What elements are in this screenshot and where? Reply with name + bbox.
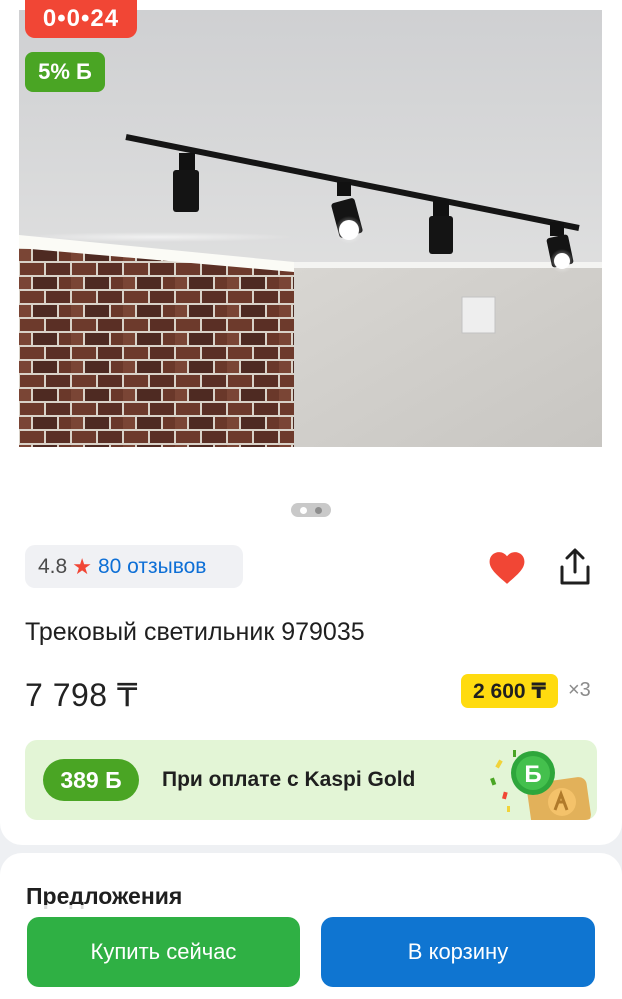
star-icon: ★ [72, 553, 92, 579]
pager-dot-active[interactable] [300, 506, 307, 514]
installment-multiplier: ×3 [568, 679, 591, 701]
gallery-pager[interactable] [291, 503, 331, 517]
timer-badge: 0•0•24 [25, 0, 137, 38]
kaspi-bonus-pill: 389 Б [43, 759, 139, 801]
heart-icon[interactable] [488, 550, 526, 586]
product-photo[interactable] [19, 10, 602, 447]
rating-chip[interactable]: 4.8 ★ 80 отзывов [25, 545, 243, 588]
rating-value: 4.8 [38, 554, 68, 578]
bonus-percent-badge: 5% Б [25, 52, 105, 92]
svg-text:Б: Б [524, 761, 541, 788]
product-title: Трековый светильник 979035 [25, 618, 365, 646]
share-icon[interactable] [556, 547, 594, 587]
add-to-cart-button[interactable]: В корзину [321, 917, 595, 987]
installment-badge[interactable]: 2 600 ₸ [461, 674, 558, 708]
product-price: 7 798 ₸ [25, 677, 138, 713]
kaspi-gold-banner[interactable]: 389 Б При оплате с Kaspi Gold Б [25, 740, 597, 820]
pager-dot[interactable] [315, 506, 322, 514]
product-card: 0•0•24 5% Б 4.8 ★ 80 отзывов Трековый св… [0, 0, 622, 845]
reviews-link[interactable]: 80 отзывов [98, 555, 207, 579]
kaspi-gold-illustration: Б [467, 740, 597, 820]
buy-now-button[interactable]: Купить сейчас [27, 917, 300, 987]
kaspi-gold-text: При оплате с Kaspi Gold [162, 768, 416, 791]
